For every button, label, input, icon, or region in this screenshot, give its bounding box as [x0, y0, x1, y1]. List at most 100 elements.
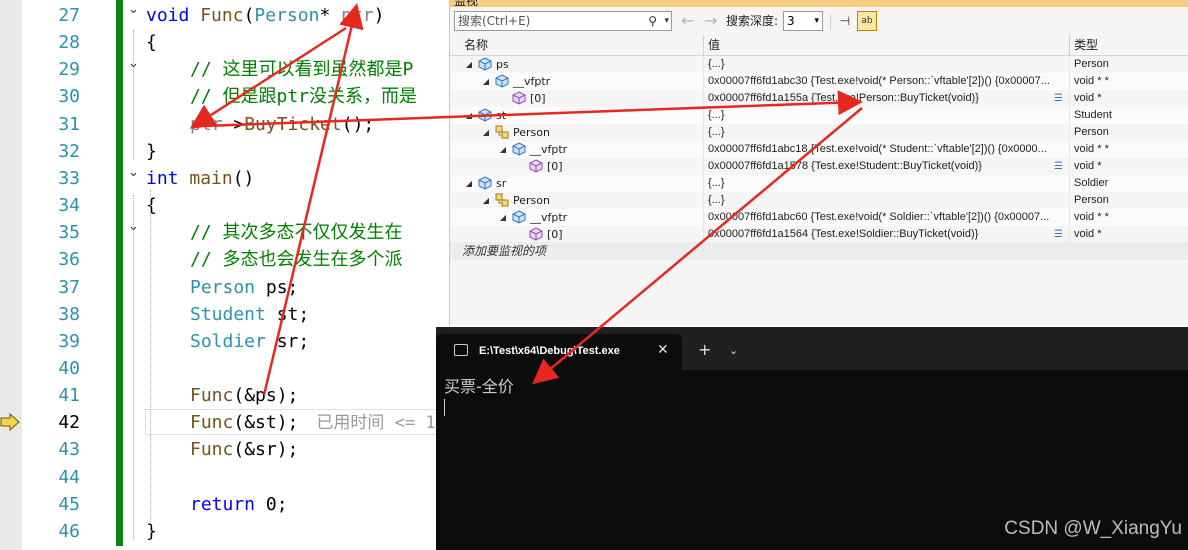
- code-line[interactable]: int main(): [146, 165, 254, 192]
- expand-toggle-icon[interactable]: ◢: [481, 192, 491, 209]
- fold-toggle-icon[interactable]: ⌄: [128, 50, 142, 77]
- watch-row[interactable]: ◢ sr {...} Soldier: [450, 175, 1188, 192]
- function-name: Func: [200, 5, 244, 26]
- terminal-tab[interactable]: E:\Test\x64\Debug\Test.exe ✕: [436, 334, 682, 370]
- expand-toggle-icon[interactable]: ◢: [464, 107, 474, 124]
- code-line[interactable]: Func(&ps);: [190, 382, 298, 409]
- code-line[interactable]: void Func(Person* ptr): [146, 2, 384, 29]
- code-token: }: [146, 520, 157, 542]
- watch-row[interactable]: ◢ Person {...} Person: [450, 192, 1188, 209]
- pin-icon[interactable]: ⊣: [837, 12, 853, 30]
- watch-value[interactable]: {...}: [708, 124, 1068, 141]
- watch-value[interactable]: 0x00007ff6fd1abc60 {Test.exe!void(* Sold…: [708, 209, 1068, 226]
- watch-row[interactable]: [0] 0x00007ff6fd1a1578 {Test.exe!Student:…: [450, 158, 1188, 175]
- fold-toggle-icon[interactable]: ⌄: [128, 213, 142, 240]
- code-line[interactable]: Person ps;: [190, 274, 298, 301]
- grid-line: [1069, 192, 1070, 209]
- watch-row[interactable]: ◢ __vfptr 0x00007ff6fd1abc60 {Test.exe!voi…: [450, 209, 1188, 226]
- watch-type: Person: [1074, 194, 1109, 206]
- code-editor[interactable]: 27 28 29 30 31 32 33 34 35 36 37 38 39 40 41 42 43 44 45 46…: [0, 0, 452, 550]
- watch-value[interactable]: 0x00007ff6fd1abc18 {Test.exe!void(* Stud…: [708, 141, 1068, 158]
- watch-value[interactable]: 0x00007ff6fd1a155a {Test.exe!Person::Buy…: [708, 90, 1068, 107]
- code-line[interactable]: {: [146, 192, 157, 219]
- code-line[interactable]: // 但是跟ptr没关系，而是: [190, 83, 417, 110]
- visualizer-icon[interactable]: ☰: [1054, 158, 1068, 175]
- column-divider[interactable]: [703, 35, 704, 55]
- code-line[interactable]: Student st;: [190, 301, 309, 328]
- column-divider[interactable]: [1069, 35, 1070, 55]
- expand-toggle-icon[interactable]: ◢: [464, 56, 474, 73]
- object-icon: [495, 74, 509, 88]
- watch-row[interactable]: ◢ st {...} Student: [450, 107, 1188, 124]
- code-line[interactable]: // 其次多态不仅仅发生在: [190, 219, 403, 246]
- watch-value[interactable]: 0x00007ff6fd1a1564 {Test.exe!Soldier::Bu…: [708, 226, 1068, 243]
- watch-row[interactable]: [0] 0x00007ff6fd1a155a {Test.exe!Person::…: [450, 90, 1188, 107]
- code-token: (&sr);: [233, 439, 299, 461]
- code-token: (: [243, 5, 255, 26]
- code-line[interactable]: Func(&st); 已用时间 <= 1: [190, 409, 436, 436]
- expand-toggle-icon[interactable]: ◢: [481, 73, 491, 90]
- watch-value[interactable]: {...}: [708, 192, 1068, 209]
- type-name: Person: [190, 276, 256, 298]
- watch-name: __vfptr: [530, 211, 568, 224]
- watch-type: void *: [1074, 160, 1102, 172]
- terminal-cursor: [444, 399, 445, 416]
- indicator-margin[interactable]: [0, 0, 22, 550]
- code-line[interactable]: }: [146, 518, 157, 545]
- watch-type: Student: [1074, 109, 1112, 121]
- search-previous-icon[interactable]: ←: [681, 11, 694, 31]
- watch-row[interactable]: ◢ __vfptr 0x00007ff6fd1abc30 {Test.exe!voi…: [450, 73, 1188, 90]
- search-next-icon[interactable]: →: [704, 11, 717, 31]
- watch-type: void *: [1074, 228, 1102, 240]
- search-icon[interactable]: ⚲: [648, 12, 657, 30]
- hex-display-icon[interactable]: ab: [857, 11, 877, 31]
- grid-line: [703, 141, 704, 158]
- code-line[interactable]: return 0;: [190, 491, 288, 518]
- visualizer-icon[interactable]: ☰: [1054, 90, 1068, 107]
- fold-toggle-icon[interactable]: ⌄: [128, 159, 142, 186]
- code-token: (&ps);: [233, 385, 299, 407]
- watch-row[interactable]: ◢ __vfptr 0x00007ff6fd1abc18 {Test.exe!voi…: [450, 141, 1188, 158]
- line-number: 43: [58, 439, 80, 461]
- column-header-type[interactable]: 类型: [1074, 35, 1098, 55]
- watch-value[interactable]: {...}: [708, 107, 1068, 124]
- expand-toggle-icon[interactable]: ◢: [481, 124, 491, 141]
- chevron-down-icon[interactable]: ▾: [664, 12, 669, 30]
- code-line[interactable]: // 这里可以看到虽然都是P: [190, 56, 413, 83]
- code-line[interactable]: Soldier sr;: [190, 328, 309, 355]
- code-line[interactable]: Func(&sr);: [190, 436, 298, 463]
- close-icon[interactable]: ✕: [657, 342, 669, 358]
- watch-value[interactable]: 0x00007ff6fd1a1578 {Test.exe!Student::Bu…: [708, 158, 1068, 175]
- watch-row[interactable]: ◢ Person {...} Person: [450, 124, 1188, 141]
- column-header-name[interactable]: 名称: [464, 35, 488, 55]
- column-header-value[interactable]: 值: [708, 35, 720, 55]
- chevron-down-icon[interactable]: ⌄: [729, 342, 738, 360]
- visualizer-icon[interactable]: ☰: [1054, 226, 1068, 243]
- code-line[interactable]: }: [146, 138, 157, 165]
- fold-toggle-icon[interactable]: ⌄: [128, 0, 142, 23]
- grid-line: [703, 209, 704, 226]
- line-number: 34: [58, 195, 80, 217]
- add-watch-item[interactable]: 添加要监视的项: [450, 242, 1188, 260]
- terminal-tab-title: E:\Test\x64\Debug\Test.exe: [479, 345, 620, 357]
- code-line[interactable]: {: [146, 29, 157, 56]
- watch-type: Person: [1074, 126, 1109, 138]
- code-line[interactable]: // 多态也会发生在多个派: [190, 246, 403, 273]
- code-line[interactable]: ptr->BuyTicket();: [190, 111, 374, 138]
- watch-row[interactable]: ◢ ps {...} Person: [450, 56, 1188, 73]
- watch-value[interactable]: 0x00007ff6fd1abc30 {Test.exe!void(* Pers…: [708, 73, 1068, 90]
- chevron-down-icon[interactable]: ▾: [814, 12, 819, 30]
- search-depth-select[interactable]: 3 ▾: [783, 11, 823, 31]
- new-tab-icon[interactable]: +: [698, 341, 711, 359]
- watch-search-input[interactable]: 搜索(Ctrl+E) ⚲ ▾: [454, 11, 672, 31]
- expand-toggle-icon[interactable]: ◢: [498, 141, 508, 158]
- expand-toggle-icon[interactable]: ◢: [464, 175, 474, 192]
- code-token: {: [146, 195, 157, 217]
- expand-toggle-icon[interactable]: ◢: [498, 209, 508, 226]
- terminal-output[interactable]: 买票-全价: [444, 377, 514, 397]
- line-number: 30: [58, 86, 80, 108]
- watch-value[interactable]: {...}: [708, 56, 1068, 73]
- watch-value[interactable]: {...}: [708, 175, 1068, 192]
- function-name: main: [189, 167, 233, 189]
- watch-row[interactable]: [0] 0x00007ff6fd1a1564 {Test.exe!Soldier:…: [450, 226, 1188, 243]
